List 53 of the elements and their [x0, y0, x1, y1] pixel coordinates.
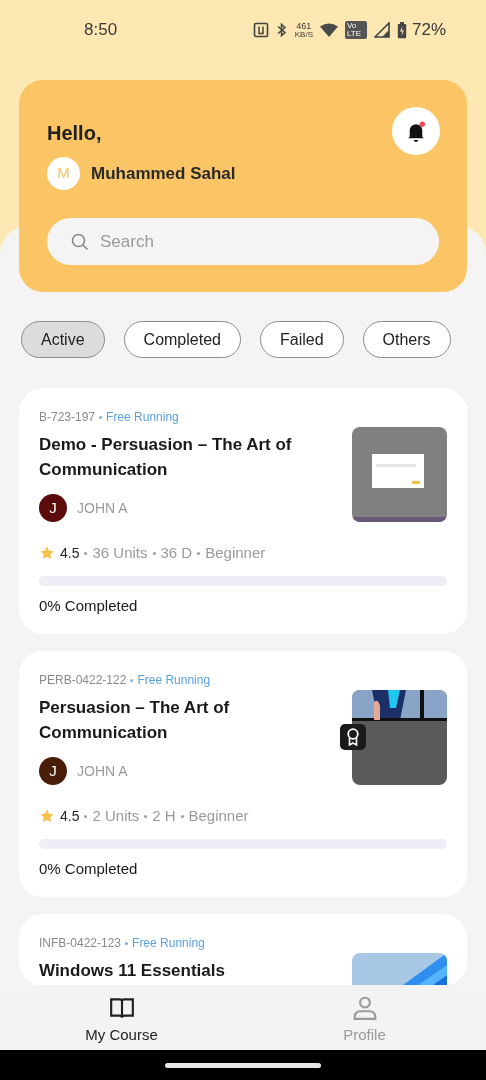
course-title: Demo - Persuasion – The Art of Communication: [39, 434, 293, 481]
course-code: PERB-0422-122: [39, 672, 127, 689]
course-title: Windows 11 Essentials: [39, 960, 225, 982]
nfc-icon: [252, 22, 269, 38]
course-status: Free Running: [132, 935, 205, 952]
course-meta: 2 H: [152, 806, 176, 826]
course-meta: Beginner: [205, 543, 266, 563]
user-avatar: M: [47, 157, 80, 190]
course-meta: Beginner: [188, 806, 249, 826]
notification-button[interactable]: [392, 107, 440, 155]
user-name: Muhammed Sahal: [91, 162, 236, 185]
battery-percent: 72%: [411, 19, 446, 42]
star-icon: [39, 545, 55, 562]
rating-value: 4.5: [60, 543, 80, 563]
speed-unit: KB/S: [294, 30, 313, 39]
star-icon: [39, 808, 55, 825]
progress-text: 0% Completed: [39, 595, 139, 616]
volte-badge: Vo LTE: [344, 21, 367, 39]
course-code: INFB-0422-123: [39, 935, 122, 952]
progress-text: 0% Completed: [39, 858, 139, 879]
book-icon: [108, 995, 135, 1021]
search-icon: [71, 233, 89, 251]
instructor-name: JOHN A: [77, 761, 128, 781]
course-card[interactable]: PERB-0422-122 Free Running Persuasion – The Art of Communication J JOHN A 4.5 2 Units 2 H Beginner 0% Completed: [19, 651, 467, 897]
course-code: B-723-197: [39, 409, 96, 426]
filter-tab[interactable]: Others: [362, 321, 451, 358]
course-status: Free Running: [106, 409, 179, 426]
bluetooth-icon: [275, 22, 288, 38]
course-meta: 2 Units: [92, 806, 140, 826]
home-indicator[interactable]: [165, 1062, 321, 1068]
instructor-avatar: J: [39, 494, 67, 522]
course-meta: 36 Units: [92, 543, 148, 563]
battery-icon: [396, 21, 407, 39]
wifi-icon: [319, 23, 338, 37]
network-speed: 461: [296, 21, 312, 31]
instructor-name: JOHN A: [77, 498, 128, 518]
ribbon-icon: [345, 728, 361, 746]
search-field[interactable]: Search: [47, 218, 439, 265]
course-meta: 36 D: [160, 543, 193, 563]
course-title: Persuasion – The Art of Communication: [39, 697, 231, 744]
filter-tab[interactable]: Completed: [123, 321, 241, 358]
nav-tab[interactable]: My Course: [0, 985, 243, 1050]
status-time: 8:50: [84, 19, 118, 42]
filter-tab[interactable]: Failed: [259, 321, 344, 358]
instructor-avatar: J: [39, 757, 67, 785]
course-status: Free Running: [137, 672, 211, 689]
greeting-text: Hello,: [47, 121, 102, 146]
course-card[interactable]: INFB-0422-123 Free Running Windows 11 Essentials: [19, 914, 467, 985]
course-card[interactable]: B-723-197 Free Running Demo - Persuasion – The Art of Communication J JOHN A 4.5 36 Units 36 D Beginner 0% Completed: [19, 388, 467, 634]
signal-icon: [373, 22, 390, 38]
person-icon: [351, 995, 378, 1021]
filter-tab[interactable]: Active: [21, 321, 105, 358]
rating-value: 4.5: [60, 806, 80, 826]
